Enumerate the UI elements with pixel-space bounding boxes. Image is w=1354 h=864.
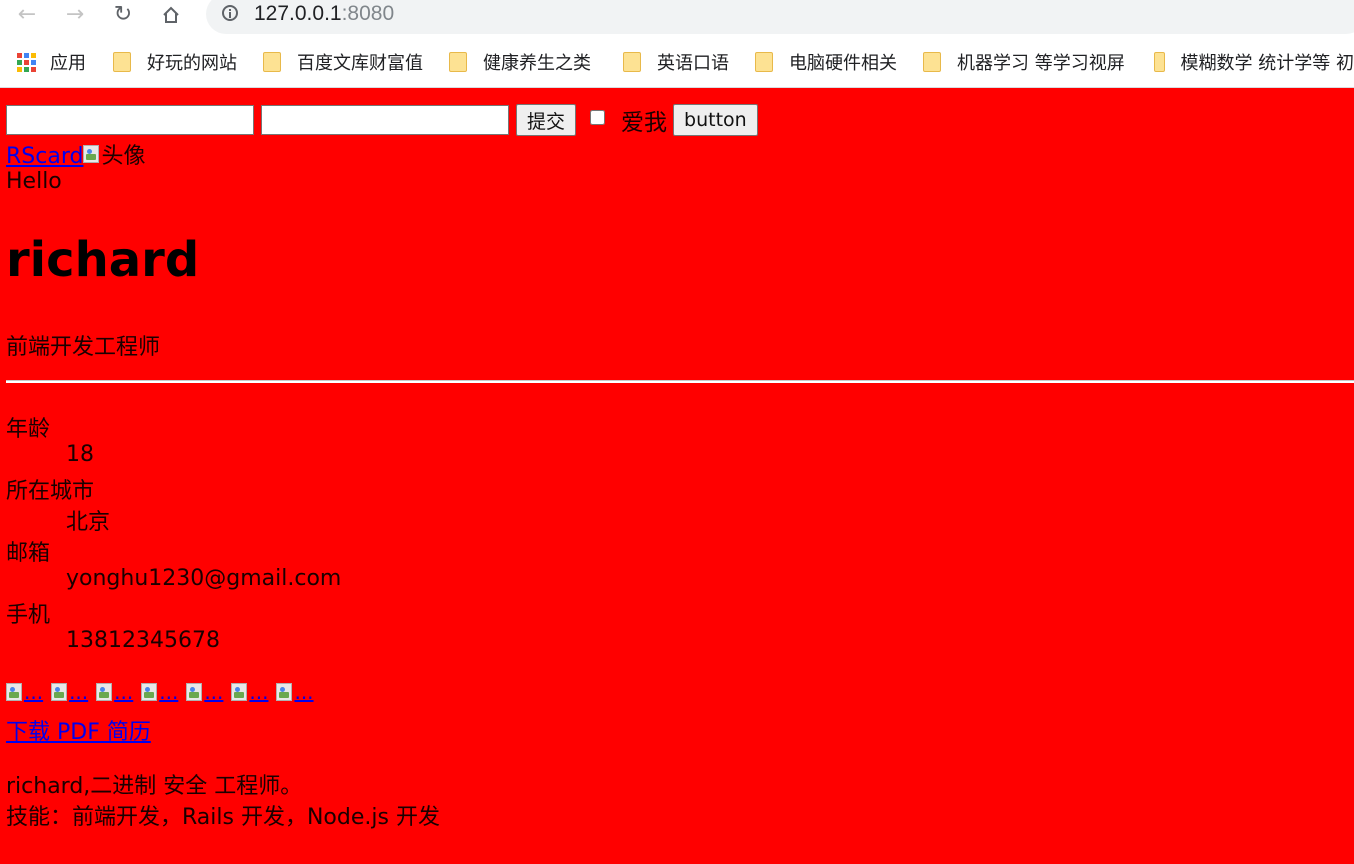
bookmark-label: 电脑硬件相关 [789, 53, 897, 74]
info-value-phone: 13812345678 [66, 628, 220, 653]
home-icon[interactable] [158, 2, 184, 28]
social-alt: ... [249, 680, 269, 704]
folder-icon [623, 52, 641, 72]
social-alt: ... [294, 680, 314, 704]
folder-icon [755, 52, 773, 72]
checkbox-label: 爱我 [621, 110, 668, 136]
avatar-alt-text: 头像 [101, 144, 146, 169]
broken-image-icon [96, 683, 113, 701]
folder-icon [113, 52, 131, 72]
folder-icon [923, 52, 941, 72]
broken-image-icon [231, 683, 248, 701]
info-label-phone: 手机 [6, 603, 51, 628]
info-value-age: 18 [66, 442, 94, 467]
social-link[interactable]: ... [51, 680, 88, 704]
social-alt: ... [24, 680, 44, 704]
bookmark-apps[interactable]: 应用 [17, 50, 86, 74]
folder-icon [449, 52, 467, 72]
love-me-checkbox[interactable] [590, 109, 606, 125]
info-label-city: 所在城市 [6, 479, 95, 504]
apps-grid-icon [17, 52, 36, 72]
info-icon[interactable] [222, 5, 238, 21]
bookmark-folder[interactable]: 百度文库财富值 [263, 50, 423, 74]
info-value-email: yonghu1230@gmail.com [66, 566, 342, 591]
about-line-2: 技能：前端开发，Rails 开发，Node.js 开发 [6, 805, 440, 830]
broken-image-icon [141, 683, 158, 701]
broken-image-icon [186, 683, 203, 701]
page-content: 提交 爱我 button RScard 头像 Hello richard 前端开发… [0, 88, 1354, 864]
info-label-age: 年龄 [6, 417, 51, 442]
url-port: :8080 [341, 2, 395, 25]
social-link[interactable]: ... [141, 680, 178, 704]
back-arrow-icon[interactable]: ← [14, 2, 40, 28]
bookmark-label: 百度文库财富值 [297, 53, 423, 74]
form-row: 提交 爱我 button [6, 104, 758, 136]
broken-image-icon [6, 683, 22, 701]
broken-image-icon [276, 683, 293, 701]
avatar: 头像 [83, 138, 145, 170]
info-label-email: 邮箱 [6, 541, 51, 566]
text-input-2[interactable] [261, 105, 509, 135]
rscard-link[interactable]: RScard [6, 144, 83, 169]
social-link[interactable]: ... [186, 680, 223, 704]
about-line-1: richard,二进制 安全 工程师。 [6, 774, 303, 799]
social-link[interactable]: ... [276, 680, 314, 704]
broken-image-icon [51, 683, 68, 701]
bookmark-label: 应用 [50, 53, 86, 74]
browser-chrome: ← → ↻ 127.0.0.1:8080 应用 好玩的网站 百度文库财富值 健康… [0, 0, 1354, 88]
bookmark-folder[interactable]: 好玩的网站 [113, 50, 237, 74]
url-text[interactable]: 127.0.0.1:8080 [254, 0, 394, 28]
social-alt: ... [159, 680, 179, 704]
social-alt: ... [69, 680, 89, 704]
social-link[interactable]: ... [6, 680, 43, 704]
bookmark-label: 健康养生之类 [483, 53, 591, 74]
bookmark-label: 机器学习 等学习视屏 [957, 53, 1125, 74]
download-pdf-link[interactable]: 下载 PDF 简历 [6, 720, 151, 745]
text-input-1[interactable] [6, 105, 254, 135]
logo-row: RScard 头像 [6, 138, 145, 170]
info-value-city: 北京 [66, 510, 111, 535]
broken-image-icon [83, 145, 100, 163]
bookmark-folder[interactable]: 机器学习 等学习视屏 [923, 50, 1125, 74]
page-title: richard [6, 232, 200, 288]
social-link[interactable]: ... [96, 680, 133, 704]
address-bar[interactable]: 127.0.0.1:8080 [206, 0, 1354, 34]
bookmark-folder[interactable]: 电脑硬件相关 [755, 50, 897, 74]
bookmark-label: 英语口语 [657, 53, 729, 74]
download-row: 下载 PDF 简历 [6, 714, 151, 746]
bookmarks-bar: 应用 好玩的网站 百度文库财富值 健康养生之类 英语口语 电脑硬件相关 机器学习… [0, 36, 1354, 88]
social-alt: ... [204, 680, 224, 704]
bookmark-folder[interactable]: 模糊数学 统计学等 初 [1154, 50, 1354, 74]
folder-icon [263, 52, 281, 72]
divider [6, 380, 1354, 383]
folder-icon [1154, 52, 1165, 72]
social-alt: ... [114, 680, 134, 704]
job-title: 前端开发工程师 [6, 335, 161, 360]
greeting-text: Hello [6, 169, 62, 194]
browser-toolbar: ← → ↻ 127.0.0.1:8080 [0, 0, 1354, 36]
social-link[interactable]: ... [231, 680, 268, 704]
url-host: 127.0.0.1 [254, 2, 342, 25]
bookmark-label: 好玩的网站 [147, 53, 237, 74]
social-icons: ... ... ... ... ... ... ... [6, 680, 322, 704]
bookmark-label: 模糊数学 统计学等 初 [1180, 53, 1354, 74]
submit-button[interactable]: 提交 [516, 104, 577, 136]
generic-button[interactable]: button [673, 104, 758, 136]
forward-arrow-icon[interactable]: → [62, 2, 88, 28]
bookmark-folder[interactable]: 健康养生之类 [449, 50, 591, 74]
bookmark-folder[interactable]: 英语口语 [623, 50, 729, 74]
reload-icon[interactable]: ↻ [110, 2, 136, 28]
